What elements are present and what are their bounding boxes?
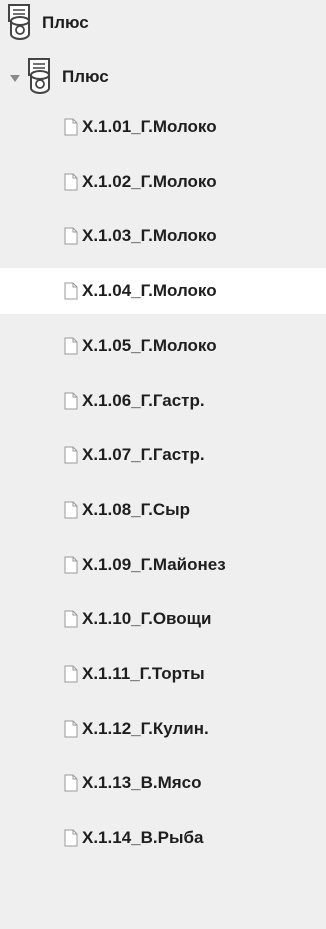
tree-child-label: Плюс: [62, 67, 109, 86]
tree-item[interactable]: Х.1.06_Г.Гастр.: [0, 378, 326, 424]
tree-item-label: Х.1.06_Г.Гастр.: [82, 390, 205, 410]
tree-item-label: Х.1.04_Г.Молоко: [82, 281, 217, 301]
document-icon: [64, 774, 78, 792]
document-icon: [64, 227, 78, 245]
tree-item[interactable]: Х.1.01_Г.Молоко: [0, 104, 326, 150]
tree-item[interactable]: Х.1.07_Г.Гастр.: [0, 432, 326, 478]
document-icon: [64, 556, 78, 574]
tree-item-label: Х.1.05_Г.Молоко: [82, 335, 217, 355]
document-icon: [64, 118, 78, 136]
tree-item-label: Х.1.09_Г.Майонез: [82, 554, 226, 574]
tree-root-label: Плюс: [42, 13, 89, 32]
tree-item[interactable]: Х.1.09_Г.Майонез: [0, 542, 326, 588]
tree-item[interactable]: Х.1.12_Г.Кулин.: [0, 706, 326, 752]
document-icon: [64, 610, 78, 628]
tree-item-label: Х.1.02_Г.Молоко: [82, 171, 217, 191]
tree-root-node[interactable]: Плюс: [0, 0, 326, 46]
tree-item[interactable]: Х.1.14_В.Рыба: [0, 815, 326, 861]
document-icon: [64, 720, 78, 738]
document-icon: [64, 282, 78, 300]
document-icon: [64, 446, 78, 464]
database-icon: [8, 4, 30, 40]
tree-item-label: Х.1.11_Г.Торты: [82, 664, 205, 683]
database-icon: [28, 58, 50, 94]
document-icon: [64, 501, 78, 519]
document-icon: [64, 337, 78, 355]
tree-item[interactable]: Х.1.02_Г.Молоко: [0, 159, 326, 205]
tree-item[interactable]: Х.1.11_Г.Торты: [0, 651, 326, 697]
document-icon: [64, 392, 78, 409]
tree-item-label: Х.1.10_Г.Овощи: [82, 609, 212, 629]
tree-item-label: Х.1.08_Г.Сыр: [82, 499, 191, 519]
document-icon: [64, 173, 78, 191]
tree-item[interactable]: Х.1.03_Г.Молоко: [0, 213, 326, 259]
tree-view: Плюс Плюс Х.1.01_Г.Молоко Х.1.02_Г.Молоко…: [0, 0, 326, 929]
tree-item-label: Х.1.07_Г.Гастр.: [82, 445, 205, 465]
tree-item-label: Х.1.14_В.Рыба: [82, 828, 204, 848]
tree-item-label: Х.1.13_В.Мясо: [82, 773, 202, 793]
tree-item-label: Х.1.12_Г.Кулин.: [82, 718, 209, 738]
tree-item[interactable]: Х.1.04_Г.Молоко: [0, 268, 326, 315]
tree-item[interactable]: Х.1.10_Г.Овощи: [0, 596, 326, 642]
expand-triangle-icon[interactable]: [10, 74, 20, 82]
tree-item-label: Х.1.03_Г.Молоко: [82, 226, 217, 246]
tree-item[interactable]: Х.1.08_Г.Сыр: [0, 487, 326, 533]
tree-child-node[interactable]: Плюс: [0, 54, 326, 100]
document-icon: [64, 829, 78, 847]
document-icon: [64, 665, 78, 683]
tree-item[interactable]: Х.1.13_В.Мясо: [0, 760, 326, 806]
tree-item[interactable]: Х.1.05_Г.Молоко: [0, 323, 326, 369]
tree-item-label: Х.1.01_Г.Молоко: [82, 117, 217, 136]
